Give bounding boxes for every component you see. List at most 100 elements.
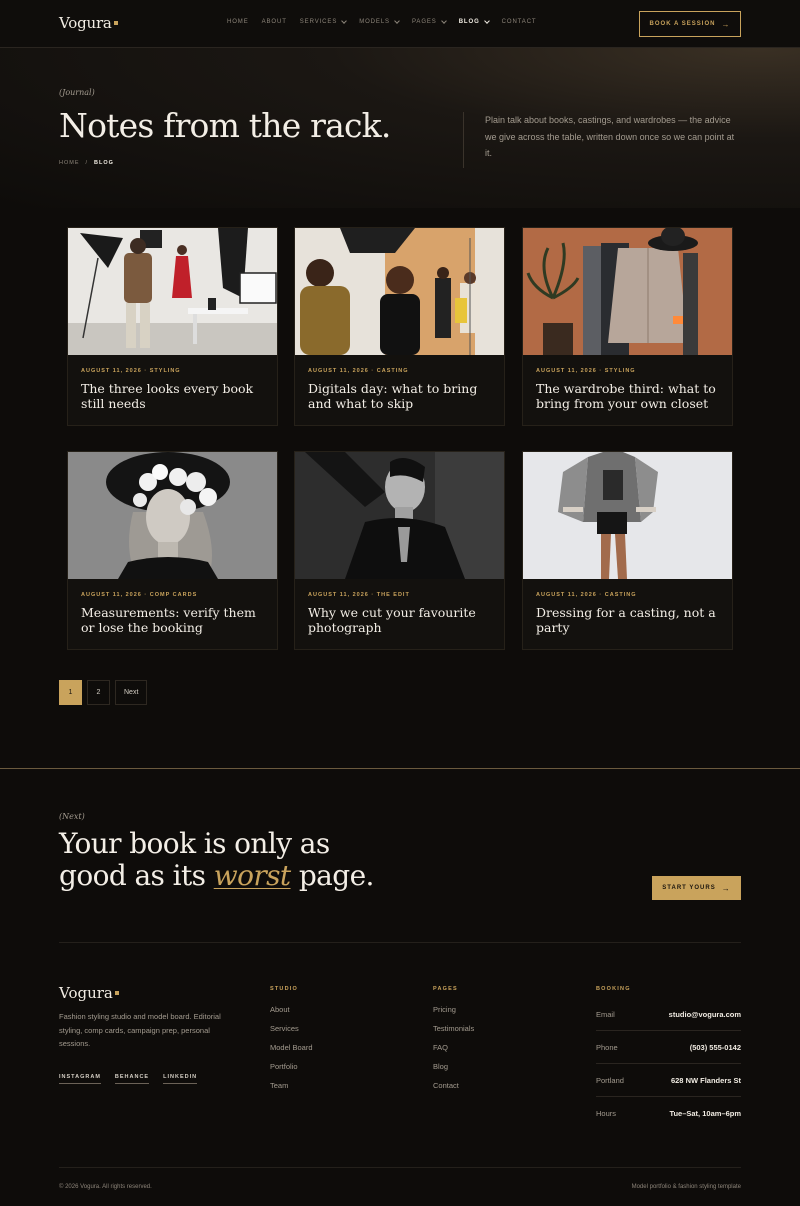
site-logo[interactable]: Vogura [59,14,118,32]
post-meta: AUGUST 11, 2026 · THE EDIT [308,592,410,598]
footer-heading: PAGES [433,986,458,992]
chevron-down-icon [394,17,400,24]
cta-kicker: (Next) [59,812,85,821]
post-meta: AUGUST 11, 2026 · STYLING [81,368,181,374]
breadcrumb-home[interactable]: HOME [59,160,80,166]
start-yours-button[interactable]: START YOURS → [652,876,741,900]
page-1-button[interactable]: 1 [59,680,82,705]
post-image[interactable] [523,452,732,579]
post-card[interactable]: AUGUST 11, 2026 · CASTING Digitals day: … [294,227,505,426]
hero-kicker: (Journal) [59,88,95,97]
copyright: © 2026 Vogura. All rights reserved. [59,1184,152,1190]
footer-link[interactable]: Team [270,1081,313,1100]
post-meta: AUGUST 11, 2026 · COMP CARDS [81,592,198,598]
arrow-right-icon: → [721,883,731,893]
main-nav: HOME ABOUT SERVICES MODELS PAGES BLOG CO… [227,17,537,25]
social-instagram[interactable]: INSTAGRAM [59,1074,101,1084]
site-header: Vogura HOME ABOUT SERVICES MODELS PAGES … [0,0,800,48]
section-divider [0,768,800,769]
post-image[interactable] [523,228,732,355]
booking-row-phone: Phone (503) 555-0142 [596,1031,741,1064]
page-title: Notes from the rack. [59,106,391,145]
booking-label: Email [596,1009,615,1019]
nav-item-models[interactable]: MODELS [359,17,400,25]
booking-label: Hours [596,1109,617,1118]
post-title[interactable]: Digitals day: what to bring and what to … [308,381,498,411]
booking-row-hours: Hours Tue–Sat, 10am–6pm [596,1097,741,1130]
footer-pages-column: PAGES Pricing Testimonials FAQ Blog Cont… [433,986,474,1100]
footer-link[interactable]: Portfolio [270,1062,313,1081]
page-2-button[interactable]: 2 [87,680,110,705]
next-page-button[interactable]: Next [115,680,148,705]
chevron-down-icon [341,17,348,24]
footer-link[interactable]: Pricing [433,1005,474,1024]
booking-label: Portland [596,1075,624,1085]
hero-description: Plain talk about books, castings, and wa… [485,115,735,158]
chevron-down-icon [440,17,447,24]
booking-address: 628 NW Flanders St [670,1075,741,1085]
booking-label: Phone [596,1042,618,1052]
footer-tagline: Model portfolio & fashion styling templa… [631,1184,741,1190]
post-title[interactable]: Measurements: verify them or lose the bo… [81,605,271,635]
pagination: 1 2 Next [59,680,148,705]
booking-row-address: Portland 628 NW Flanders St [596,1064,741,1097]
post-card[interactable]: AUGUST 11, 2026 · COMP CARDS Measurement… [67,451,278,650]
hero-divider [463,112,464,168]
footer-heading: STUDIO [270,986,298,992]
post-meta: AUGUST 11, 2026 · CASTING [308,368,409,374]
post-image[interactable] [295,452,504,579]
footer-studio-column: STUDIO About Services Model Board Portfo… [270,986,313,1100]
footer-logo[interactable]: Vogura [59,984,119,1002]
booking-hours: Tue–Sat, 10am–6pm [669,1109,741,1118]
footer-about: Fashion styling studio and model board. … [59,1012,221,1048]
cta-heading: Your book is only as good as its worst p… [59,828,374,892]
breadcrumb-current: BLOG [94,160,114,166]
social-links: INSTAGRAM BEHANCE LINKEDIN [59,1074,198,1084]
booking-phone-link[interactable]: (503) 555-0142 [690,1043,741,1052]
nav-item-services[interactable]: SERVICES [300,17,348,25]
post-title[interactable]: The three looks every book still needs [81,381,271,411]
logo-dot [113,21,118,25]
footer-link[interactable]: FAQ [433,1043,474,1062]
book-session-button[interactable]: BOOK A SESSION → [639,11,741,37]
booking-row-email: Email studio@vogura.com [596,998,741,1031]
footer-divider [59,942,741,943]
post-card[interactable]: AUGUST 11, 2026 · STYLING The wardrobe t… [522,227,733,426]
post-image[interactable] [295,228,504,355]
nav-item-pages[interactable]: PAGES [412,17,447,25]
nav-item-about[interactable]: ABOUT [262,19,287,25]
breadcrumb: HOME / BLOG [59,160,114,166]
footer-link[interactable]: Services [270,1024,313,1043]
nav-item-blog[interactable]: BLOG [459,17,490,25]
social-linkedin[interactable]: LINKEDIN [163,1074,198,1084]
footer-link[interactable]: Model Board [270,1043,313,1062]
post-card[interactable]: AUGUST 11, 2026 · STYLING The three look… [67,227,278,426]
nav-item-home[interactable]: HOME [227,19,249,25]
post-card[interactable]: AUGUST 11, 2026 · THE EDIT Why we cut yo… [294,451,505,650]
post-title[interactable]: Why we cut your favourite photograph [308,605,498,635]
footer-link[interactable]: Contact [433,1081,474,1100]
footer-booking-column: BOOKING Email studio@vogura.com Phone (5… [596,986,741,1118]
post-meta: AUGUST 11, 2026 · STYLING [536,368,636,374]
logo-dot [114,991,119,995]
post-image[interactable] [68,228,277,355]
cta-heading-line2: good as its worst page. [59,859,374,892]
footer-heading: BOOKING [596,986,631,992]
footer-bottom-divider [59,1167,741,1168]
footer-link[interactable]: Blog [433,1062,474,1081]
arrow-right-icon: → [721,19,731,29]
post-title[interactable]: Dressing for a casting, not a party [536,605,726,635]
chevron-down-icon [483,17,490,24]
post-card[interactable]: AUGUST 11, 2026 · CASTING Dressing for a… [522,451,733,650]
cta-heading-line1: Your book is only as [59,827,330,860]
post-meta: AUGUST 11, 2026 · CASTING [536,592,637,598]
social-behance[interactable]: BEHANCE [114,1074,150,1084]
cta-emphasis: worst [213,859,291,892]
booking-email-link[interactable]: studio@vogura.com [669,1010,741,1019]
footer-link[interactable]: Testimonials [433,1024,474,1043]
footer-link[interactable]: About [270,1005,313,1024]
nav-item-contact[interactable]: CONTACT [502,19,537,25]
post-image[interactable] [68,452,277,579]
page-hero: (Journal) Notes from the rack. HOME / BL… [0,48,800,208]
post-title[interactable]: The wardrobe third: what to bring from y… [536,381,726,411]
